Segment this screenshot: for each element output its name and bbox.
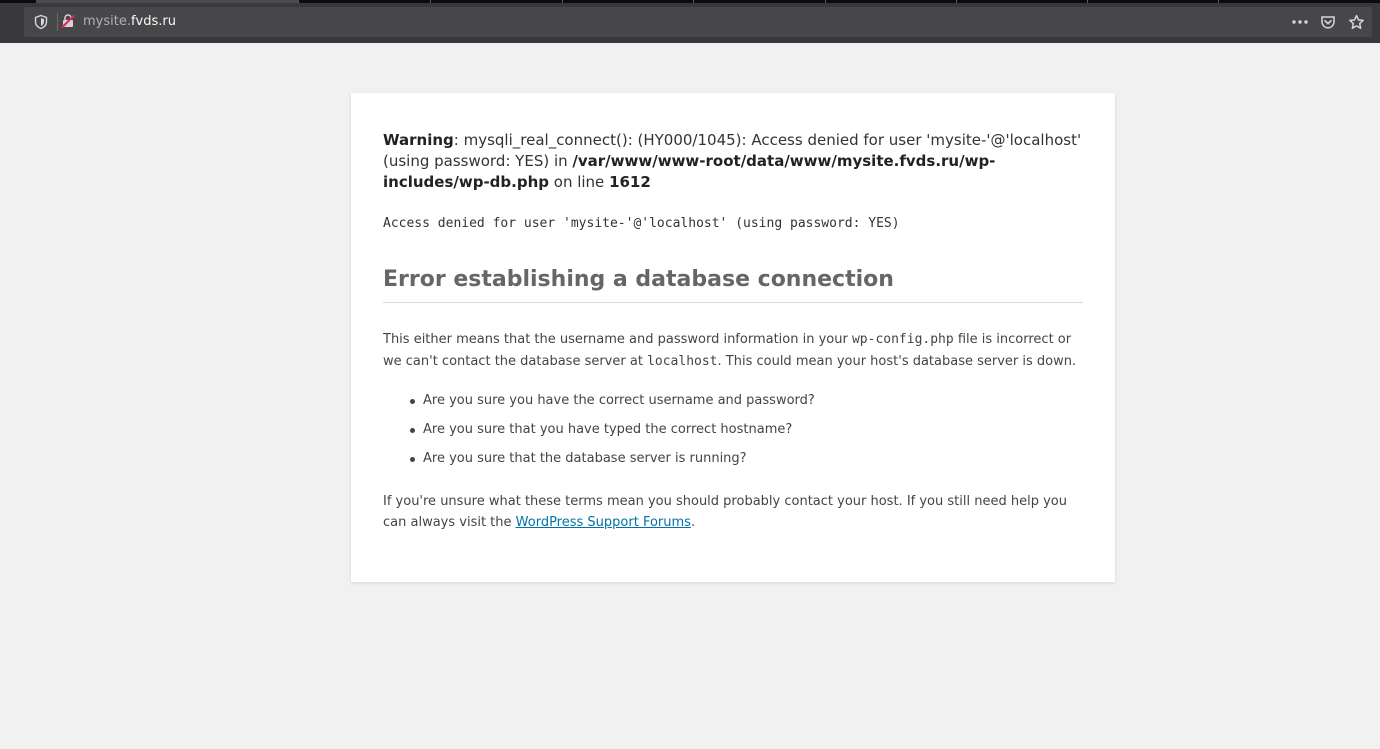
warning-label: Warning — [383, 131, 454, 149]
help-text-body: If you're unsure what these terms mean y… — [383, 494, 1067, 530]
star-icon[interactable] — [1346, 12, 1366, 32]
list-item: Are you sure you have the correct userna… — [410, 392, 1083, 410]
tab-separator — [693, 0, 694, 3]
active-tab-indicator[interactable] — [36, 0, 298, 3]
pocket-icon[interactable] — [1318, 12, 1338, 32]
support-forums-link[interactable]: WordPress Support Forums — [516, 515, 691, 530]
error-explanation: This either means that the username and … — [383, 329, 1083, 373]
help-text-end: . — [690, 515, 696, 530]
tab-separator — [562, 0, 563, 3]
explanation-text: . This could mean your host's database s… — [717, 354, 1077, 369]
list-item: Are you sure that you have typed the cor… — [410, 421, 1083, 439]
config-file-name: wp-config.php — [851, 332, 954, 347]
list-item: Are you sure that the database server is… — [410, 450, 1083, 468]
troubleshooting-list: Are you sure you have the correct userna… — [383, 392, 1083, 468]
warning-line-number: 1612 — [609, 173, 651, 191]
tab-strip[interactable] — [0, 0, 1380, 3]
tab-separator — [1218, 0, 1219, 3]
explanation-text: This either means that the username and … — [383, 332, 852, 347]
error-page: Warning: mysqli_real_connect(): (HY000/1… — [351, 93, 1115, 582]
url-prefix: mysite. — [83, 14, 131, 29]
shield-icon[interactable] — [33, 14, 49, 30]
browser-toolbar: mysite.fvds.ru — [0, 0, 1380, 43]
url-divider — [57, 13, 58, 31]
url-bar[interactable]: mysite.fvds.ru — [24, 7, 1372, 37]
help-text: If you're unsure what these terms mean y… — [383, 491, 1083, 533]
url-actions — [1282, 12, 1366, 32]
tab-separator — [430, 0, 431, 3]
database-host: localhost — [647, 354, 718, 369]
tab-separator — [298, 0, 299, 3]
access-denied-message: Access denied for user 'mysite-'@'localh… — [383, 216, 900, 231]
broken-lock-icon[interactable] — [60, 13, 76, 29]
tab-separator — [1087, 0, 1088, 3]
url-domain: fvds.ru — [130, 14, 176, 29]
php-warning: Warning: mysqli_real_connect(): (HY000/1… — [383, 130, 1083, 193]
tab-separator — [956, 0, 957, 3]
url-text[interactable]: mysite.fvds.ru — [83, 13, 176, 31]
warning-text-line: on line — [549, 173, 610, 191]
tab-separator — [825, 0, 826, 3]
more-dots-icon[interactable] — [1290, 12, 1310, 32]
page-title: Error establishing a database connection — [383, 266, 1083, 303]
